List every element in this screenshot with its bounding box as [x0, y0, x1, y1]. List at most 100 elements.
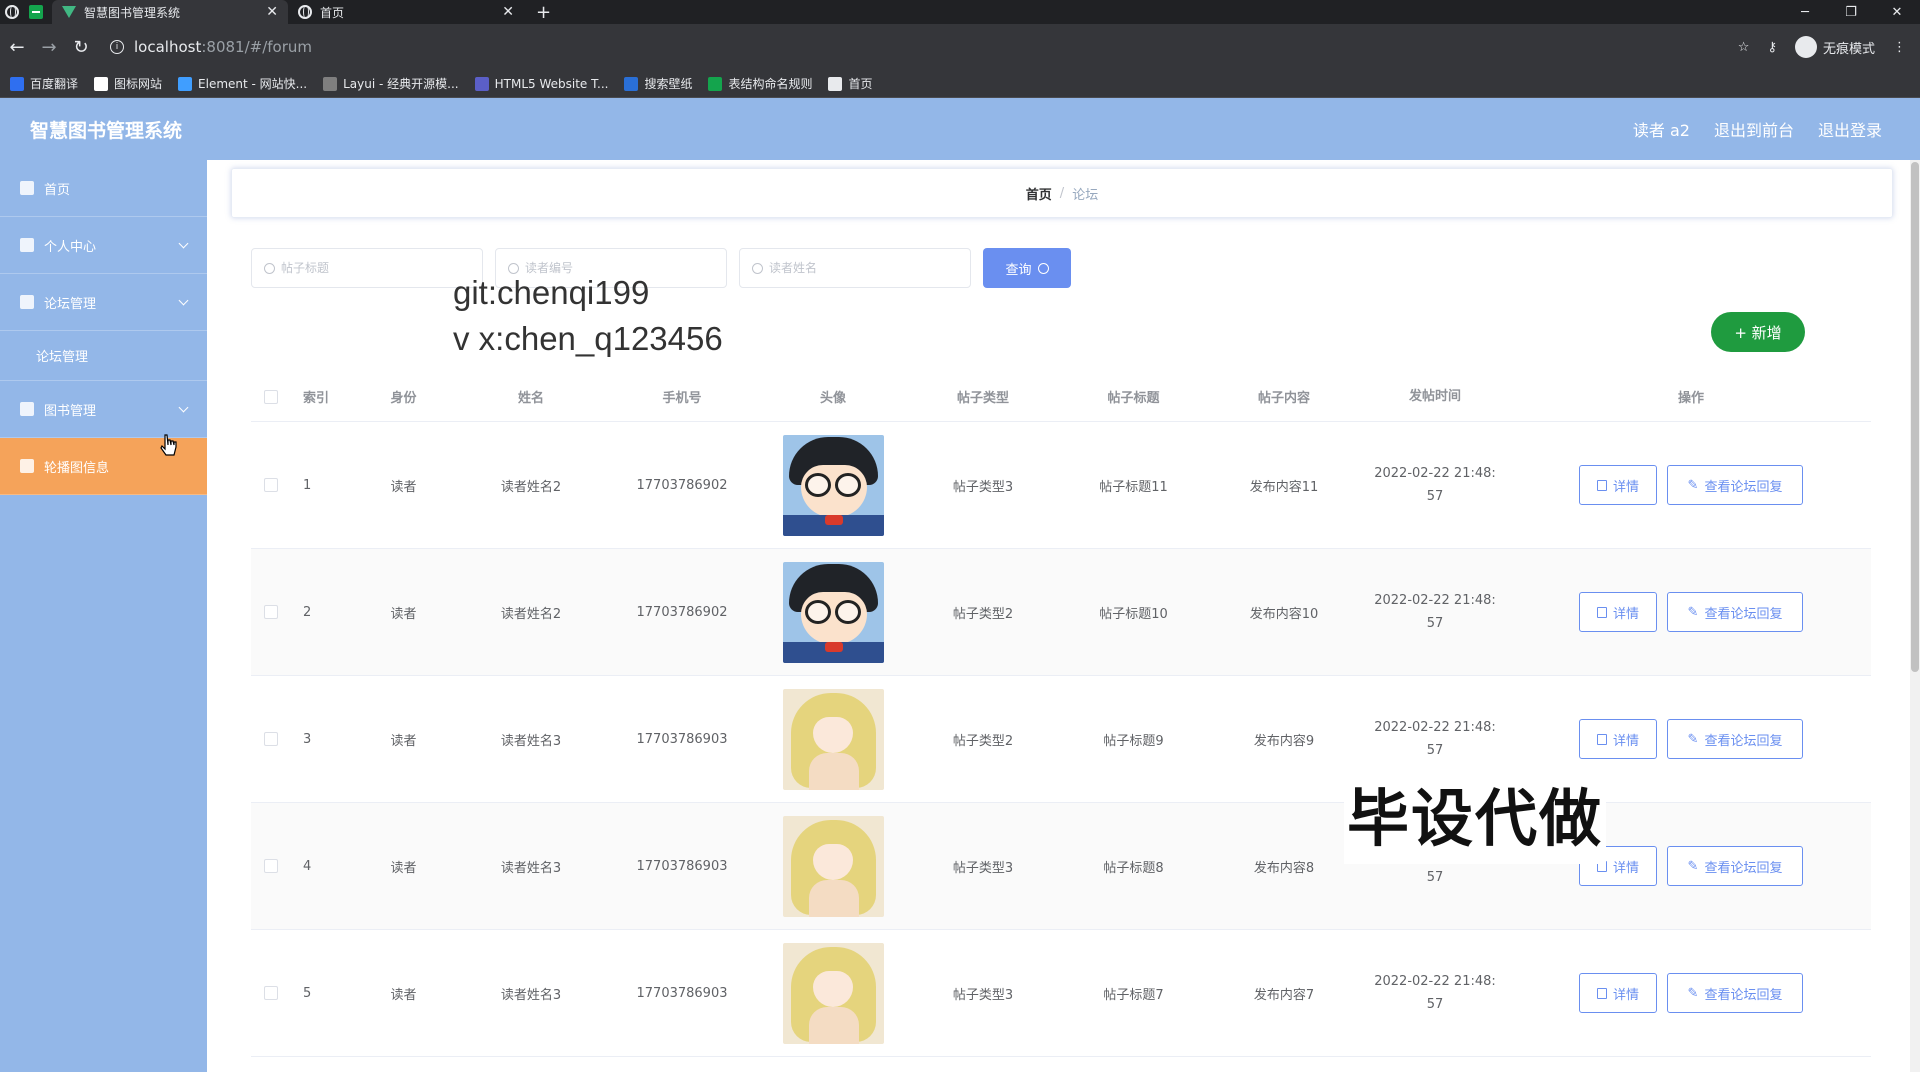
pinned-tab-icon[interactable]: [24, 0, 48, 24]
reply-label: 查看论坛回复: [1704, 987, 1783, 1003]
bookmark-item[interactable]: 图标网站: [94, 75, 162, 92]
browser-tabbar: 智慧图书管理系统 ✕ 首页 ✕ + ─ ❐ ✕: [0, 0, 1920, 24]
cell-type: 帖子类型3: [952, 479, 1014, 495]
post-title-search[interactable]: [251, 248, 483, 288]
header-name: 姓名: [517, 391, 544, 406]
incognito-badge[interactable]: 无痕模式: [1794, 36, 1875, 58]
browser-tab-active[interactable]: 智慧图书管理系统 ✕: [52, 0, 288, 24]
scrollbar-thumb[interactable]: [1911, 162, 1919, 672]
key-icon[interactable]: ⚷: [1767, 40, 1777, 55]
table-body: 1 读者 读者姓名2 17703786902 帖子类型3 帖子标题11 发布内容11 2022…: [251, 422, 1871, 1057]
chevron-down-icon: [178, 402, 189, 413]
sidebar-item-profile[interactable]: 个人中心: [0, 217, 207, 274]
reload-icon[interactable]: ↻: [66, 37, 96, 58]
row-checkbox[interactable]: [264, 478, 278, 492]
row-checkbox[interactable]: [264, 986, 278, 1000]
sidebar: 首页 个人中心 论坛管理 论坛管理 图书管理 轮播图信息: [0, 160, 207, 1072]
query-button[interactable]: 查询: [983, 248, 1071, 288]
overlay-stamp: 毕设代做: [1344, 774, 1606, 864]
table-row: 4读者读者姓名317703786903帖子类型3帖子标题8发布内容82022-0…: [251, 803, 1871, 930]
view-replies-button[interactable]: ✎ 查看论坛回复: [1667, 592, 1803, 632]
detail-button[interactable]: 详情: [1579, 592, 1657, 632]
back-to-front-link[interactable]: 退出到前台: [1714, 117, 1794, 141]
browser-menu-icon[interactable]: ⋮: [1893, 40, 1906, 55]
reader-name-search[interactable]: [739, 248, 971, 288]
vue-logo-icon: [62, 6, 76, 18]
detail-button[interactable]: 详情: [1579, 465, 1657, 505]
sidebar-item-label: 图书管理: [44, 403, 97, 419]
bookmark-item[interactable]: Layui - 经典开源模...: [323, 75, 459, 92]
cell-name: 读者姓名3: [500, 733, 562, 749]
document-icon: [1596, 987, 1607, 999]
detail-button[interactable]: 详情: [1579, 973, 1657, 1013]
view-replies-button[interactable]: ✎ 查看论坛回复: [1667, 465, 1803, 505]
bookmark-star-icon[interactable]: ☆: [1738, 40, 1750, 55]
cell-name: 读者姓名2: [500, 479, 562, 495]
sidebar-item-home[interactable]: 首页: [0, 160, 207, 217]
back-icon[interactable]: ←: [2, 37, 32, 58]
minimize-icon[interactable]: ─: [1782, 5, 1828, 20]
tab-close-icon[interactable]: ✕: [266, 4, 278, 20]
bookmark-item[interactable]: HTML5 Website T...: [474, 76, 608, 91]
sidebar-item-books[interactable]: 图书管理: [0, 381, 207, 438]
site-info-icon[interactable]: i: [110, 40, 124, 54]
header-time: 发帖时间: [1408, 389, 1461, 404]
url-field[interactable]: i localhost:8081/#/forum: [110, 38, 312, 56]
cell-name: 读者姓名3: [500, 860, 562, 876]
logout-link[interactable]: 退出登录: [1818, 117, 1882, 141]
table-icon: [708, 76, 723, 91]
reader-name-input[interactable]: [769, 261, 959, 275]
chevron-down-icon: [178, 295, 189, 306]
detail-label: 详情: [1612, 606, 1639, 622]
forum-table: 索引 身份 姓名 手机号 头像 帖子类型 帖子标题 帖子内容 发帖时间 操作 1…: [251, 372, 1871, 1057]
post-title-input[interactable]: [281, 261, 471, 275]
add-button[interactable]: + 新增: [1711, 312, 1805, 352]
bookmark-item[interactable]: Element - 网站快...: [178, 75, 307, 92]
chrome-menu-icon[interactable]: [0, 0, 24, 24]
home-icon: [20, 181, 34, 195]
breadcrumb-separator: /: [1059, 185, 1065, 201]
table-row: 1 读者 读者姓名2 17703786902 帖子类型3 帖子标题11 发布内容11 2022…: [251, 422, 1871, 549]
detail-button[interactable]: 详情: [1579, 719, 1657, 759]
view-replies-button[interactable]: ✎ 查看论坛回复: [1667, 846, 1803, 886]
bookmark-label: 首页: [848, 77, 873, 91]
cell-time: 2022-02-22 21:48: 57: [1359, 589, 1511, 635]
select-all-checkbox[interactable]: [264, 389, 278, 404]
watermark-line: git:chenqi199: [453, 274, 650, 311]
header-ops: 操作: [1677, 391, 1704, 406]
forward-icon[interactable]: →: [34, 37, 64, 58]
table-row: 5 读者 读者姓名3 17703786903 帖子类型3 帖子标题7 发布内容7 2022-0…: [251, 930, 1871, 1057]
restore-icon[interactable]: ❐: [1828, 5, 1874, 20]
bookmark-item[interactable]: 表结构命名规则: [708, 75, 812, 92]
time-line: 2022-02-22 21:48:: [1374, 466, 1496, 481]
row-checkbox[interactable]: [264, 732, 278, 746]
cell-role: 读者: [390, 987, 417, 1003]
new-tab-button[interactable]: +: [536, 2, 551, 23]
sidebar-item-forum[interactable]: 论坛管理: [0, 274, 207, 331]
time-line: 2022-02-22 21:48:: [1374, 974, 1496, 989]
page-scrollbar[interactable]: [1910, 160, 1920, 1072]
view-replies-button[interactable]: ✎ 查看论坛回复: [1667, 719, 1803, 759]
row-checkbox[interactable]: [264, 859, 278, 873]
row-checkbox[interactable]: [264, 605, 278, 619]
bookmark-item[interactable]: 首页: [828, 75, 873, 92]
bookmarks-bar: 百度翻译 图标网站 Element - 网站快... Layui - 经典开源模...…: [0, 70, 1920, 98]
window-close-icon[interactable]: ✕: [1874, 5, 1920, 20]
baidu-translate-icon: [10, 76, 24, 91]
edit-icon: ✎: [1687, 477, 1699, 493]
sidebar-subitem-forum-manage[interactable]: 论坛管理: [0, 331, 207, 381]
bookmark-label: Layui - 经典开源模...: [343, 77, 459, 91]
user-role-link[interactable]: 读者 a2: [1633, 117, 1690, 141]
cell-content: 发布内容11: [1249, 479, 1319, 495]
tab-close-icon[interactable]: ✕: [502, 4, 514, 20]
cell-type: 帖子类型2: [952, 733, 1014, 749]
view-replies-button[interactable]: ✎ 查看论坛回复: [1667, 973, 1803, 1013]
bookmark-item[interactable]: 搜索壁纸: [624, 75, 692, 92]
element-icon: [178, 76, 193, 91]
breadcrumb-home[interactable]: 首页: [1026, 184, 1052, 203]
time-line: 57: [1426, 997, 1444, 1012]
globe-icon: [828, 76, 843, 91]
bookmark-label: 图标网站: [114, 77, 163, 91]
browser-tab[interactable]: 首页 ✕: [288, 0, 524, 24]
bookmark-item[interactable]: 百度翻译: [10, 75, 78, 92]
